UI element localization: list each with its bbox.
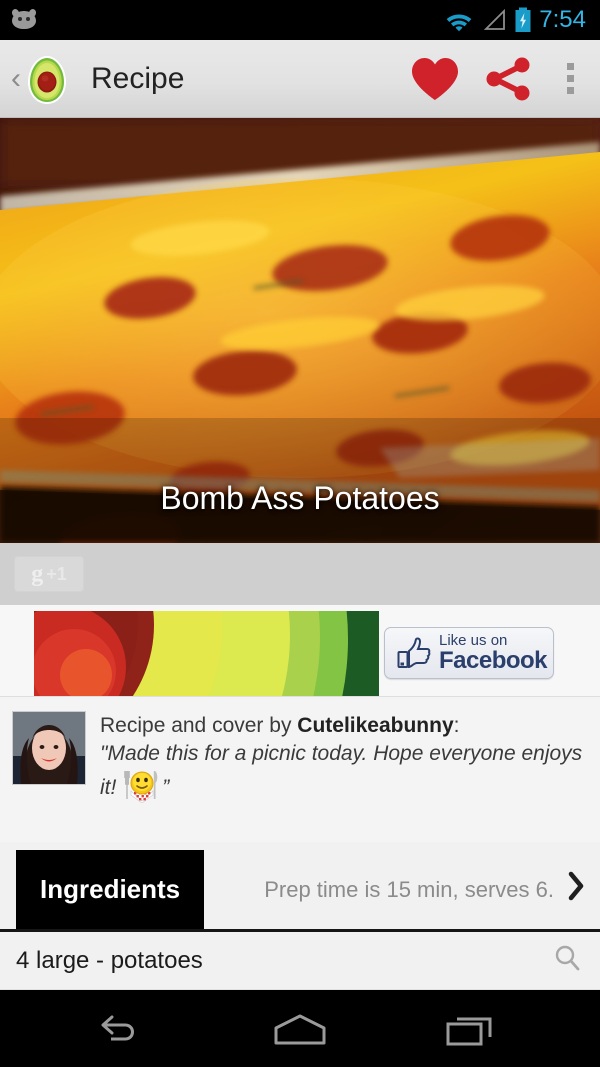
heart-icon <box>412 57 458 100</box>
facebook-like-button[interactable]: Like us on Facebook <box>384 627 554 679</box>
nav-home-icon <box>274 1014 326 1044</box>
nav-back-icon <box>101 1015 134 1040</box>
recipe-title: Bomb Ass Potatoes <box>160 480 440 516</box>
author-credit-prefix: Recipe and cover by <box>100 714 298 737</box>
android-bean-icon <box>10 8 38 31</box>
page-title: Recipe <box>91 61 185 95</box>
ingredient-label: 4 large - potatoes <box>16 946 203 974</box>
author-credit-suffix: : <box>453 714 460 737</box>
google-plus-one-label: +1 <box>46 563 67 584</box>
facebook-like-small-label: Like us on <box>439 631 508 649</box>
nav-recents-button[interactable] <box>418 990 528 1067</box>
wifi-icon <box>446 14 472 32</box>
status-system-icons: 7:54 <box>444 6 586 34</box>
recipe-hero-image[interactable]: Bomb Ass Potatoes <box>0 118 600 543</box>
action-bar: ‹ Recipe <box>0 40 600 118</box>
share-icon <box>486 57 530 100</box>
status-clock: 7:54 <box>539 6 586 33</box>
status-bar: 7:54 <box>0 0 600 40</box>
google-g-icon: g <box>31 561 44 587</box>
author-quote-text: "Made this for a picnic today. Hope ever… <box>100 742 583 800</box>
smiley-with-fork-and-knife-emoticon <box>122 769 162 804</box>
author-quote-closing: ” <box>162 776 170 800</box>
list-item[interactable]: 4 large - potatoes <box>0 932 600 990</box>
author-note: Recipe and cover by Cutelikeabunny: "Mad… <box>0 697 600 842</box>
author-credit-line: Recipe and cover by Cutelikeabunny: <box>100 714 590 738</box>
nav-recents-icon <box>446 1017 492 1045</box>
avocado-icon[interactable] <box>25 54 69 104</box>
avocado-banner-art <box>34 611 379 696</box>
google-plus-strip: g +1 <box>0 543 600 605</box>
chevron-right-icon[interactable] <box>566 870 586 910</box>
facebook-like-big-label: Facebook <box>439 647 548 675</box>
recipe-tab-row: Ingredients Prep time is 15 min, serves … <box>0 842 600 932</box>
signal-triangle-icon <box>484 8 506 30</box>
nav-back-button[interactable] <box>72 990 182 1067</box>
overflow-menu-icon[interactable] <box>546 40 594 118</box>
favorite-button[interactable] <box>398 40 472 118</box>
author-quote: "Made this for a picnic today. Hope ever… <box>100 739 590 804</box>
avatar[interactable] <box>12 711 86 785</box>
prep-info-text: Prep time is 15 min, serves 6. <box>264 876 554 902</box>
search-icon[interactable] <box>552 943 582 978</box>
share-button[interactable] <box>472 40 546 118</box>
prep-info-row[interactable]: Prep time is 15 min, serves 6. <box>204 850 600 929</box>
thumbs-up-icon <box>397 637 431 669</box>
nav-home-button[interactable] <box>245 990 355 1067</box>
tab-ingredients[interactable]: Ingredients <box>16 850 205 929</box>
status-notifications <box>10 8 38 31</box>
battery-charging-icon <box>515 7 531 32</box>
author-note-text: Recipe and cover by Cutelikeabunny: "Mad… <box>100 711 590 842</box>
author-name[interactable]: Cutelikeabunny <box>297 714 453 737</box>
back-chevron-icon[interactable]: ‹ <box>8 63 24 94</box>
action-bar-buttons <box>398 40 594 118</box>
android-navigation-bar <box>0 990 600 1067</box>
facebook-banner[interactable]: Like us on Facebook <box>0 605 600 697</box>
app-screen: 7:54 ‹ Recipe Bomb Ass Potatoes g +1 Lik… <box>0 0 600 1067</box>
google-plus-one-button[interactable]: g +1 <box>14 556 84 592</box>
facebook-like-text: Like us on Facebook <box>439 631 548 675</box>
